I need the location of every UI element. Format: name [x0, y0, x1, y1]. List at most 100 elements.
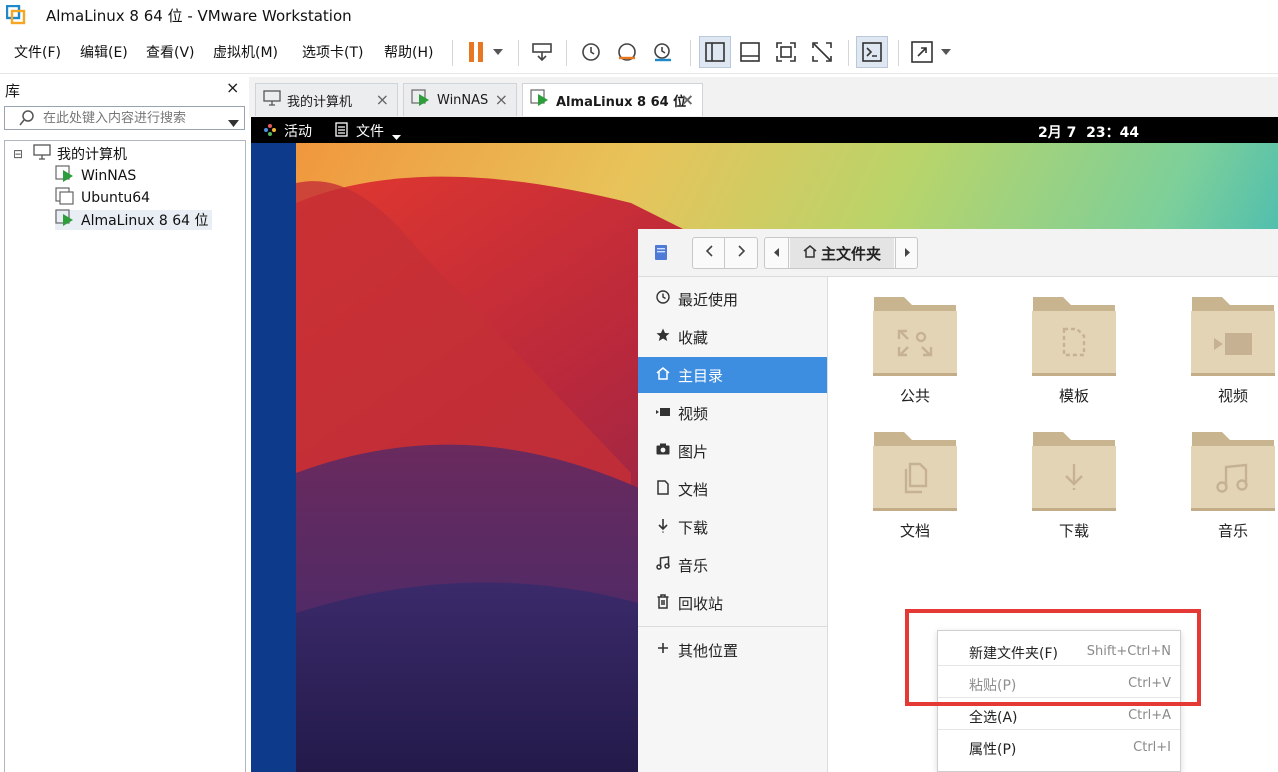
back-button[interactable] — [693, 238, 725, 268]
folder-documents[interactable]: 文档 — [860, 428, 970, 548]
tab-close-button[interactable]: × — [376, 90, 389, 109]
tree-item-almalinux[interactable]: AlmaLinux 8 64 位 — [55, 209, 213, 230]
sidebar-item-pictures[interactable]: 图片 — [638, 433, 827, 469]
files-app-icon — [655, 245, 667, 264]
sidebar-item-label: 其他位置 — [678, 641, 739, 660]
dropdown-arrow-icon[interactable] — [934, 36, 958, 68]
menu-view[interactable]: 查看(V) — [146, 42, 195, 62]
home-icon — [652, 366, 674, 384]
document-icon — [902, 462, 930, 498]
tab-label: AlmaLinux 8 64 位 — [556, 94, 687, 110]
tree-item-winnas[interactable]: WinNAS — [55, 165, 137, 186]
tree-item-my-computer[interactable]: ⊟ 我的计算机 — [13, 144, 127, 164]
document-icon — [652, 479, 674, 499]
gnome-top-bar: 活动 文件 2月 7 23：44 — [251, 117, 1278, 143]
menu-item-label: 全选(A) — [969, 710, 1018, 726]
star-icon — [652, 328, 674, 346]
library-view-icon[interactable] — [699, 36, 731, 68]
activities-button[interactable]: 活动 — [284, 121, 312, 141]
trash-icon — [652, 593, 674, 613]
path-scroll-left-button[interactable] — [765, 238, 789, 268]
sidebar-item-label: 音乐 — [678, 556, 709, 575]
home-icon — [803, 244, 817, 262]
tree-item-label: WinNAS — [81, 168, 137, 184]
download-icon — [1061, 462, 1087, 498]
console-icon[interactable] — [856, 36, 888, 68]
computer-icon — [263, 90, 281, 110]
places-sidebar: 最近使用 收藏 主目录 视频 图片 文档 下载 音乐 回收站 其他位置 — [638, 277, 828, 772]
sidebar-item-label: 最近使用 — [678, 290, 739, 309]
menu-item-shortcut: Ctrl+I — [1133, 740, 1171, 755]
sidebar-item-downloads[interactable]: 下载 — [638, 509, 827, 545]
clock[interactable]: 2月 7 23：44 — [1038, 122, 1139, 142]
unity-icon[interactable] — [806, 36, 838, 68]
sidebar-item-label: 收藏 — [678, 328, 709, 347]
library-close-button[interactable]: × — [226, 78, 239, 97]
menu-help[interactable]: 帮助(H) — [384, 42, 433, 62]
sidebar-item-label: 图片 — [678, 442, 709, 461]
menu-vm[interactable]: 虚拟机(M) — [213, 42, 278, 62]
tree-item-label: AlmaLinux 8 64 位 — [81, 213, 209, 229]
menu-tabs[interactable]: 选项卡(T) — [302, 42, 363, 62]
sidebar-item-documents[interactable]: 文档 — [638, 471, 827, 507]
tab-almalinux[interactable]: AlmaLinux 8 64 位 × — [522, 83, 703, 116]
folder-templates[interactable]: 模板 — [1019, 293, 1129, 413]
thumbnail-view-icon[interactable] — [734, 36, 766, 68]
tree-expander-icon[interactable]: ⊟ — [13, 147, 27, 161]
folder-label: 音乐 — [1217, 522, 1248, 540]
activities-icon — [263, 123, 277, 141]
sidebar-item-label: 视频 — [678, 404, 709, 423]
send-ctrl-alt-del-icon[interactable] — [526, 36, 558, 68]
menu-file[interactable]: 文件(F) — [14, 42, 61, 62]
app-menu-button[interactable]: 文件 — [356, 121, 384, 141]
menu-item-label: 属性(P) — [969, 742, 1017, 758]
path-home-button[interactable]: 主文件夹 — [790, 238, 894, 268]
app-menu-dropdown-icon[interactable] — [392, 128, 401, 144]
sidebar-item-music[interactable]: 音乐 — [638, 547, 827, 583]
folder-music[interactable]: 音乐 — [1178, 428, 1278, 548]
tree-item-label: Ubuntu64 — [81, 190, 151, 206]
folder-downloads[interactable]: 下载 — [1019, 428, 1129, 548]
sidebar-item-videos[interactable]: 视频 — [638, 395, 827, 431]
music-icon — [1216, 463, 1250, 497]
folder-label: 文档 — [899, 522, 930, 540]
folder-public[interactable]: 公共 — [860, 293, 970, 413]
video-icon — [652, 405, 674, 421]
library-search-box[interactable] — [4, 106, 245, 130]
window-title: AlmaLinux 8 64 位 - VMware Workstation — [46, 7, 352, 25]
revert-snapshot-icon[interactable] — [611, 36, 643, 68]
computer-icon — [33, 144, 51, 164]
sidebar-item-recent[interactable]: 最近使用 — [638, 281, 827, 317]
menu-item-shortcut: Ctrl+A — [1128, 708, 1171, 723]
dropdown-arrow-icon[interactable] — [486, 36, 510, 68]
search-dropdown-icon[interactable] — [228, 115, 239, 131]
folder-label: 下载 — [1058, 522, 1089, 540]
menu-edit[interactable]: 编辑(E) — [80, 42, 128, 62]
share-icon — [897, 329, 933, 361]
sidebar-item-home[interactable]: 主目录 — [638, 357, 827, 393]
tree-item-label: 我的计算机 — [57, 147, 127, 163]
tab-close-button[interactable]: × — [495, 90, 508, 109]
menu-item-properties[interactable]: 属性(P) Ctrl+I — [938, 730, 1180, 762]
tree-item-ubuntu64[interactable]: Ubuntu64 — [55, 187, 151, 208]
tab-close-button[interactable]: × — [681, 90, 694, 109]
tab-my-computer[interactable]: 我的计算机 × — [255, 83, 398, 116]
highlight-box — [905, 609, 1201, 706]
snapshot-icon[interactable] — [575, 36, 607, 68]
forward-button[interactable] — [726, 238, 758, 268]
toolbar-separator — [452, 40, 453, 66]
dock-panel — [251, 143, 296, 772]
folder-videos[interactable]: 视频 — [1178, 293, 1278, 413]
path-scroll-right-button[interactable] — [895, 238, 918, 268]
triangle-right-icon — [904, 245, 910, 261]
library-search-input[interactable] — [43, 109, 218, 127]
snapshot-manager-icon[interactable] — [647, 36, 679, 68]
vm-running-icon — [411, 89, 431, 111]
full-screen-icon[interactable] — [770, 36, 802, 68]
tab-winnas[interactable]: WinNAS × — [403, 83, 517, 116]
sidebar-item-other-locations[interactable]: 其他位置 — [638, 632, 827, 668]
tab-label: 我的计算机 — [287, 94, 353, 110]
sidebar-item-trash[interactable]: 回收站 — [638, 585, 827, 621]
sidebar-item-starred[interactable]: 收藏 — [638, 319, 827, 355]
forward-icon — [738, 245, 746, 261]
